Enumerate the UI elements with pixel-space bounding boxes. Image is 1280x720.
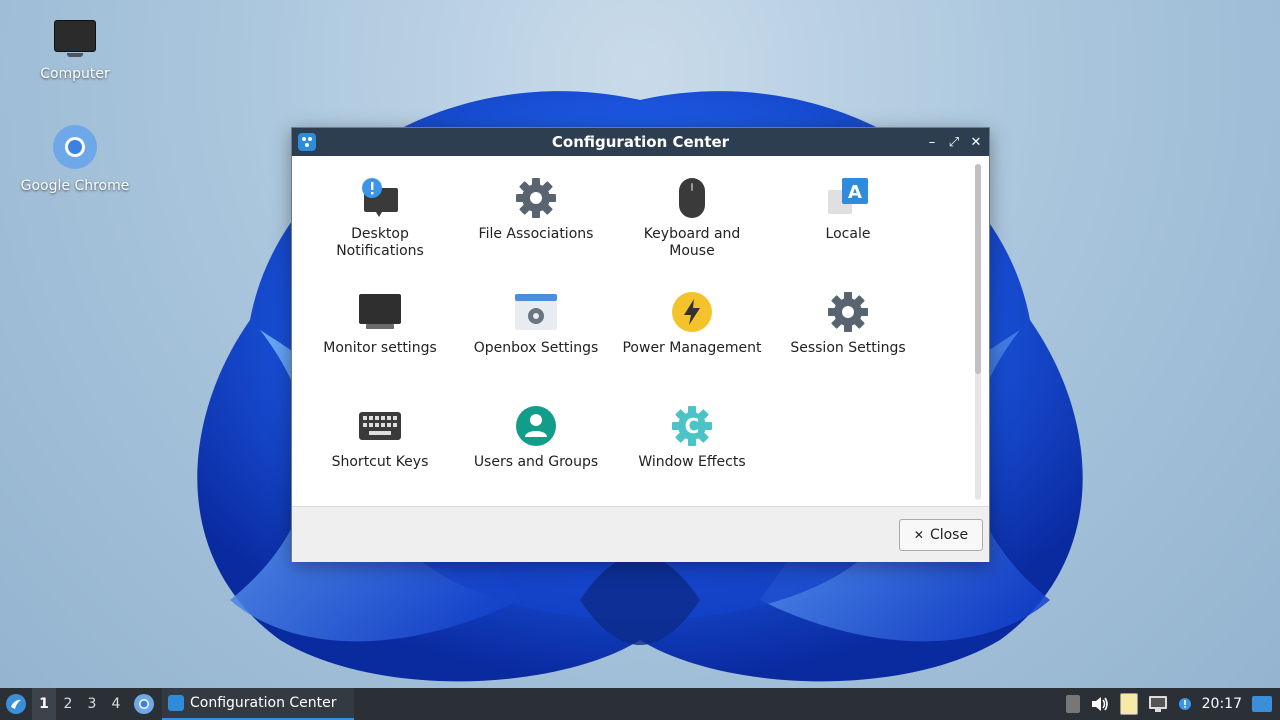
power-icon — [672, 292, 712, 332]
locale-icon: A — [828, 178, 868, 214]
chrome-icon — [134, 694, 154, 714]
item-monitor-settings[interactable]: Monitor settings — [302, 290, 458, 404]
clipboard-icon[interactable] — [1119, 693, 1138, 715]
item-label: Desktop Notifications — [336, 226, 424, 259]
item-label: Openbox Settings — [473, 340, 599, 356]
workspace-4[interactable]: 4 — [104, 688, 128, 720]
start-menu-button[interactable] — [0, 688, 32, 720]
gear-icon — [828, 292, 868, 332]
start-menu-icon — [6, 694, 26, 714]
configuration-center-window: Configuration Center – ⤢ ✕ Desktop Notif… — [291, 127, 990, 562]
item-label: Users and Groups — [473, 454, 599, 470]
item-label: Power Management — [622, 340, 762, 356]
mouse-icon — [679, 178, 705, 218]
svg-text:C: C — [685, 414, 700, 438]
item-desktop-notifications[interactable]: Desktop Notifications — [302, 176, 458, 290]
task-label: Configuration Center — [190, 695, 337, 711]
window-titlebar[interactable]: Configuration Center – ⤢ ✕ — [292, 128, 989, 156]
window-footer: ✕ Close — [292, 506, 989, 562]
configuration-center-icon — [168, 695, 184, 711]
item-label: Locale — [825, 226, 871, 242]
item-window-effects[interactable]: C Window Effects — [614, 404, 770, 518]
minimize-button[interactable]: – — [925, 135, 939, 150]
desktop-icon-label: Computer — [40, 66, 110, 82]
item-power-management[interactable]: Power Management — [614, 290, 770, 404]
close-icon: ✕ — [913, 528, 924, 542]
item-label: Monitor settings — [323, 340, 437, 356]
network-icon[interactable] — [1148, 695, 1168, 713]
item-locale[interactable]: A Locale — [770, 176, 926, 290]
item-label: File Associations — [478, 226, 594, 242]
openbox-icon — [515, 294, 557, 330]
workspace-1[interactable]: 1 — [32, 688, 56, 720]
notification-icon — [362, 178, 398, 217]
item-file-associations[interactable]: File Associations — [458, 176, 614, 290]
show-desktop-button[interactable] — [1252, 696, 1272, 712]
desktop-icon-label: Google Chrome — [20, 178, 130, 194]
item-label: Shortcut Keys — [331, 454, 429, 470]
workspace-3[interactable]: 3 — [80, 688, 104, 720]
item-shortcut-keys[interactable]: Shortcut Keys — [302, 404, 458, 518]
item-label: Session Settings — [790, 340, 906, 356]
monitor-icon — [359, 294, 401, 329]
chrome-launcher[interactable] — [132, 692, 156, 716]
item-keyboard-and-mouse[interactable]: Keyboard and Mouse — [614, 176, 770, 290]
item-session-settings[interactable]: Session Settings — [770, 290, 926, 404]
keyboard-icon — [359, 412, 401, 440]
window-title: Configuration Center — [551, 133, 730, 151]
items-panel: Desktop Notifications File Associations … — [292, 156, 989, 506]
close-button[interactable]: ✕ Close — [899, 519, 983, 551]
user-icon — [516, 406, 556, 446]
maximize-button[interactable]: ⤢ — [947, 135, 961, 150]
svg-text:A: A — [848, 182, 862, 203]
item-openbox-settings[interactable]: Openbox Settings — [458, 290, 614, 404]
vertical-scrollbar[interactable] — [975, 164, 981, 500]
scrollbar-thumb[interactable] — [975, 164, 981, 374]
desktop-icon-chrome[interactable]: Google Chrome — [15, 124, 135, 194]
tray-arrow-icon[interactable] — [1065, 695, 1080, 713]
workspace-2[interactable]: 2 — [56, 688, 80, 720]
item-label: Keyboard and Mouse — [643, 226, 741, 259]
notification-icon[interactable] — [1178, 697, 1192, 711]
volume-icon[interactable] — [1090, 695, 1110, 713]
item-users-and-groups[interactable]: Users and Groups — [458, 404, 614, 518]
chrome-icon — [53, 125, 97, 169]
system-tray: 20:17 — [1065, 688, 1280, 720]
taskbar-task-configuration-center[interactable]: Configuration Center — [162, 688, 354, 720]
close-button-label: Close — [929, 527, 969, 543]
taskbar: 1 2 3 4 Configuration Center 20:17 — [0, 688, 1280, 720]
item-label: Window Effects — [638, 454, 746, 470]
gear-icon — [516, 178, 556, 218]
clock[interactable]: 20:17 — [1202, 696, 1242, 712]
window-close-button[interactable]: ✕ — [969, 135, 983, 150]
window-effects-icon: C — [672, 406, 712, 446]
desktop-icon-computer[interactable]: Computer — [15, 20, 135, 82]
computer-icon — [54, 20, 96, 57]
